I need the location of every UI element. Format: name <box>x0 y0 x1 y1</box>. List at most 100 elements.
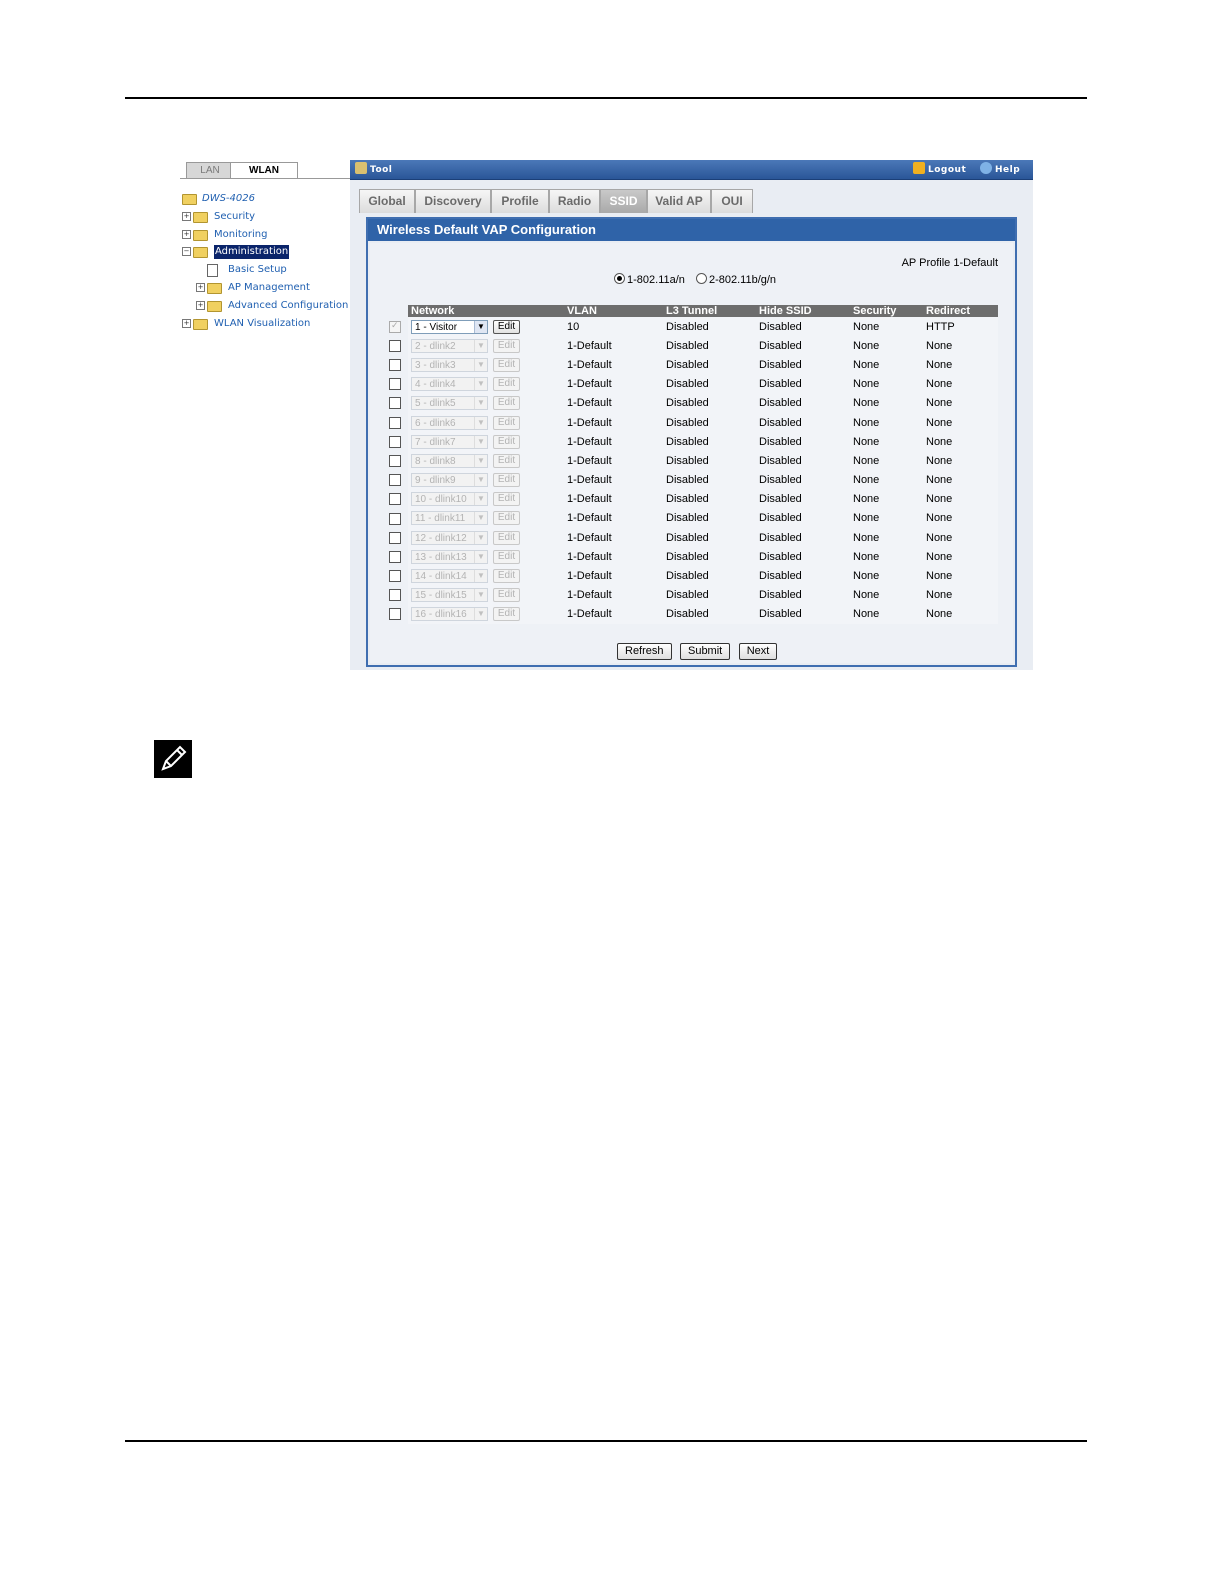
edit-button[interactable]: Edit <box>493 530 520 545</box>
chevron-down-icon[interactable]: ▼ <box>474 474 487 487</box>
row-checkbox[interactable] <box>389 435 401 448</box>
network-select[interactable]: 10 - dlink10 ▼ <box>411 492 488 507</box>
chevron-down-icon[interactable]: ▼ <box>474 378 487 391</box>
row-checkbox[interactable] <box>389 397 401 410</box>
row-checkbox[interactable] <box>389 474 401 487</box>
row-checkbox[interactable] <box>389 608 401 621</box>
edit-button[interactable]: Edit <box>493 396 520 411</box>
tree-item-security[interactable]: + Security <box>182 210 342 224</box>
tree-item-administration[interactable]: − Administration <box>182 245 342 259</box>
network-select[interactable]: 3 - dlink3 ▼ <box>411 357 488 372</box>
chevron-down-icon[interactable]: ▼ <box>474 416 487 429</box>
row-checkbox[interactable] <box>389 339 401 352</box>
table-row: 13 - dlink13 ▼ Edit 1-Default Disabled Disabl… <box>383 547 998 567</box>
chevron-down-icon[interactable]: ▼ <box>474 550 487 563</box>
logout-button[interactable]: Logout <box>913 162 966 177</box>
tab-oui[interactable]: OUI <box>711 189 753 213</box>
network-select[interactable]: 8 - dlink8 ▼ <box>411 453 488 468</box>
row-checkbox[interactable] <box>389 454 401 467</box>
chevron-down-icon[interactable]: ▼ <box>474 320 487 333</box>
tree-item-basic-setup[interactable]: Basic Setup <box>196 263 346 277</box>
chevron-down-icon[interactable]: ▼ <box>474 358 487 371</box>
network-select[interactable]: 11 - dlink11 ▼ <box>411 511 488 526</box>
tab-ssid[interactable]: SSID <box>600 189 647 213</box>
submit-button[interactable]: Submit <box>679 643 731 660</box>
edit-button[interactable]: Edit <box>493 453 520 468</box>
row-checkbox[interactable] <box>389 416 401 429</box>
row-checkbox[interactable] <box>389 550 401 563</box>
chevron-down-icon[interactable]: ▼ <box>474 435 487 448</box>
network-select[interactable]: 12 - dlink12 ▼ <box>411 530 488 545</box>
edit-button[interactable]: Edit <box>493 588 520 603</box>
next-button[interactable]: Next <box>738 643 778 660</box>
edit-button[interactable]: Edit <box>493 377 520 392</box>
chevron-down-icon[interactable]: ▼ <box>474 531 487 544</box>
tree-item-ap-management[interactable]: + AP Management <box>196 281 346 295</box>
refresh-button[interactable]: Refresh <box>617 643 672 660</box>
l3-tunnel-cell: Disabled <box>663 432 756 452</box>
network-select[interactable]: 5 - dlink5 ▼ <box>411 396 488 411</box>
network-select[interactable]: 14 - dlink14 ▼ <box>411 569 488 584</box>
edit-button[interactable]: Edit <box>493 511 520 526</box>
network-select[interactable]: 7 - dlink7 ▼ <box>411 434 488 449</box>
edit-button[interactable]: Edit <box>493 434 520 449</box>
edit-button[interactable]: Edit <box>493 569 520 584</box>
chevron-down-icon[interactable]: ▼ <box>474 397 487 410</box>
tab-discovery[interactable]: Discovery <box>415 189 491 213</box>
expand-icon[interactable]: + <box>182 212 191 221</box>
tab-valid-ap[interactable]: Valid AP <box>647 189 711 213</box>
edit-button[interactable]: Edit <box>493 357 520 372</box>
network-select[interactable]: 9 - dlink9 ▼ <box>411 473 488 488</box>
row-checkbox[interactable] <box>389 531 401 544</box>
row-checkbox[interactable] <box>389 589 401 602</box>
tab-lan[interactable]: LAN <box>186 162 234 178</box>
network-select[interactable]: 15 - dlink15 ▼ <box>411 588 488 603</box>
row-checkbox[interactable] <box>389 359 401 372</box>
network-select[interactable]: 2 - dlink2 ▼ <box>411 338 488 353</box>
chevron-down-icon[interactable]: ▼ <box>474 570 487 583</box>
tree-item-advanced-configuration[interactable]: + Advanced Configuration <box>196 299 348 313</box>
chevron-down-icon[interactable]: ▼ <box>474 493 487 506</box>
edit-button[interactable]: Edit <box>493 607 520 622</box>
row-checkbox[interactable] <box>389 512 401 525</box>
radio-option-1[interactable]: 1-802.11a/n <box>614 273 685 286</box>
tool-menu[interactable]: Tool <box>355 162 392 177</box>
chevron-down-icon[interactable]: ▼ <box>474 339 487 352</box>
row-checkbox[interactable] <box>389 320 401 333</box>
network-select[interactable]: 13 - dlink13 ▼ <box>411 549 488 564</box>
chevron-down-icon[interactable]: ▼ <box>474 454 487 467</box>
chevron-down-icon[interactable]: ▼ <box>474 608 487 621</box>
row-checkbox[interactable] <box>389 493 401 506</box>
expand-icon[interactable]: + <box>182 230 191 239</box>
tree-item-wlan-visualization[interactable]: + WLAN Visualization <box>182 317 342 331</box>
edit-button[interactable]: Edit <box>493 473 520 488</box>
help-button[interactable]: Help <box>980 162 1020 177</box>
collapse-icon[interactable]: − <box>182 247 191 256</box>
row-checkbox[interactable] <box>389 570 401 583</box>
network-select[interactable]: 4 - dlink4 ▼ <box>411 377 488 392</box>
chevron-down-icon[interactable]: ▼ <box>474 512 487 525</box>
network-select[interactable]: 1 - Visitor ▼ <box>411 319 488 334</box>
expand-icon[interactable]: + <box>196 301 205 310</box>
edit-button[interactable]: Edit <box>493 549 520 564</box>
radio-unselected-icon[interactable] <box>695 273 707 284</box>
tab-global[interactable]: Global <box>359 189 415 213</box>
network-select[interactable]: 6 - dlink6 ▼ <box>411 415 488 430</box>
radio-option-2[interactable]: 2-802.11b/g/n <box>695 273 776 286</box>
tree-root[interactable]: DWS-4026 <box>182 192 342 206</box>
radio-selected-icon[interactable] <box>614 273 625 284</box>
tab-radio[interactable]: Radio <box>549 189 600 213</box>
tab-profile[interactable]: Profile <box>491 189 549 213</box>
row-checkbox[interactable] <box>389 378 401 391</box>
network-select[interactable]: 16 - dlink16 ▼ <box>411 607 488 622</box>
edit-button[interactable]: Edit <box>493 319 520 334</box>
chevron-down-icon[interactable]: ▼ <box>474 589 487 602</box>
edit-button[interactable]: Edit <box>493 338 520 353</box>
edit-button[interactable]: Edit <box>493 492 520 507</box>
tree-item-monitoring[interactable]: + Monitoring <box>182 228 342 242</box>
expand-icon[interactable]: + <box>196 283 205 292</box>
redirect-cell: None <box>923 508 998 529</box>
tab-wlan[interactable]: WLAN <box>230 162 298 178</box>
expand-icon[interactable]: + <box>182 319 191 328</box>
edit-button[interactable]: Edit <box>493 415 520 430</box>
